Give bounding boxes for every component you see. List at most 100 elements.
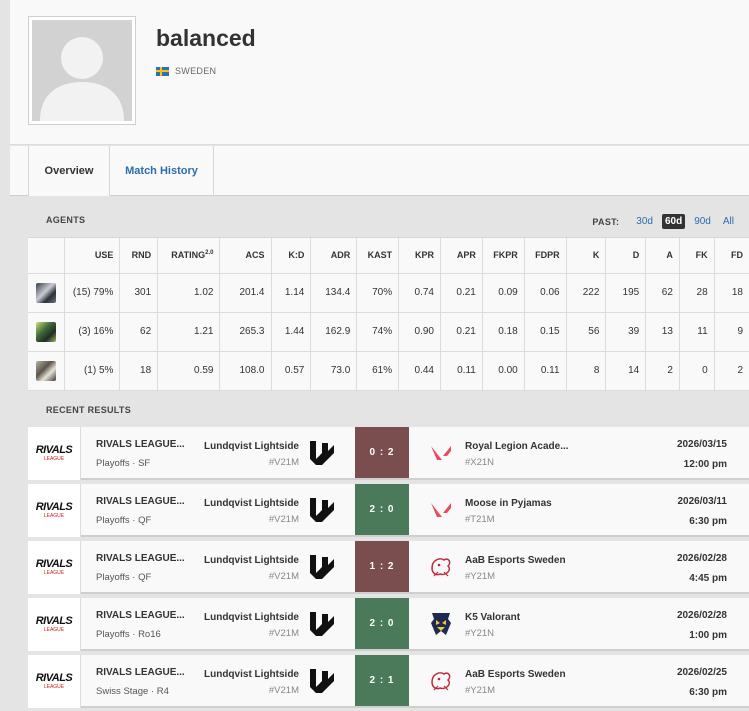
player-name: balanced: [156, 25, 256, 51]
tab-match-history[interactable]: Match History: [110, 146, 214, 196]
match-date: 2026/03/11: [677, 496, 728, 507]
aab-esports-logo-icon: [431, 672, 451, 691]
team2-tag: #Y21M: [465, 685, 496, 696]
d-cell: 14: [605, 351, 647, 391]
league-logo-text: RIVALS: [35, 615, 73, 627]
player-country: SWEDEN: [156, 66, 216, 76]
header-fkpr[interactable]: FKPR: [482, 238, 525, 274]
d-cell: 39: [605, 312, 647, 352]
event-name: RIVALS LEAGUE...: [96, 610, 185, 621]
event-stage: Playoffs · SF: [96, 458, 151, 469]
lundqvist-lightside-logo-icon: [310, 612, 334, 636]
tab-overview[interactable]: Overview: [28, 146, 110, 196]
use-cell: (15) 79%: [64, 273, 121, 313]
agent-row: (3) 16% 62 1.21 265.3 1.44 162.9 74% 0.9…: [28, 312, 749, 352]
apr-cell: 0.21: [440, 273, 483, 313]
a-cell: 2: [645, 351, 680, 391]
agent-portrait-icon: [36, 282, 57, 303]
team2-name: Moose in Pyjamas: [465, 498, 552, 509]
event-name: RIVALS LEAGUE...: [96, 553, 185, 564]
team1-tag: #V21M: [268, 457, 299, 468]
team1-tag: #V21M: [268, 685, 299, 696]
rivals-league-logo: RIVALS LEAGUE: [28, 598, 81, 651]
team1-tag: #V21M: [268, 628, 299, 639]
kd-cell: 0.57: [271, 351, 312, 391]
match-result-row[interactable]: RIVALS LEAGUE RIVALS LEAGUE... Swiss Sta…: [28, 655, 749, 708]
kpr-cell: 0.74: [398, 273, 441, 313]
valorant-logo-icon: [431, 503, 451, 517]
league-logo-text: RIVALS: [35, 558, 73, 570]
valorant-logo-icon: [431, 446, 451, 460]
k-cell: 8: [566, 351, 607, 391]
league-logo-subtext: LEAGUE: [43, 684, 65, 690]
acs-cell: 201.4: [219, 273, 272, 313]
team2-logo-icon: [428, 497, 454, 523]
match-score: 1 : 2: [355, 541, 409, 592]
kpr-cell: 0.90: [398, 312, 441, 352]
team2-name: K5 Valorant: [465, 612, 521, 623]
kast-cell: 70%: [356, 273, 400, 313]
header-apr[interactable]: APR: [440, 238, 483, 274]
filter-60d[interactable]: 60d: [661, 214, 686, 229]
match-score: 2 : 0: [355, 484, 409, 535]
header-use[interactable]: USE: [64, 238, 121, 274]
header-fdpr[interactable]: FDPR: [524, 238, 567, 274]
rating-cell: 1.02: [157, 273, 221, 313]
player-header: balanced SWEDEN: [10, 0, 749, 145]
header-rating[interactable]: RATING2.0: [157, 238, 221, 274]
lundqvist-lightside-logo-icon: [310, 669, 334, 693]
header-rating-label: RATING: [171, 250, 206, 261]
agent-cell: [28, 273, 66, 313]
agent-row: (15) 79% 301 1.02 201.4 1.14 134.4 70% 0…: [28, 273, 749, 313]
time-filter: PAST: 30d 60d 90d All: [592, 214, 737, 229]
acs-cell: 108.0: [219, 351, 272, 391]
rivals-league-logo: RIVALS LEAGUE: [28, 427, 81, 480]
header-acs[interactable]: ACS: [219, 238, 272, 274]
header-kd[interactable]: K:D: [271, 238, 312, 274]
header-a[interactable]: A: [645, 238, 680, 274]
match-date: 2026/02/25: [676, 667, 727, 678]
match-result-row[interactable]: RIVALS LEAGUE RIVALS LEAGUE... Playoffs …: [28, 484, 749, 537]
kast-cell: 61%: [356, 351, 400, 391]
header-k[interactable]: K: [566, 238, 607, 274]
league-logo-text: RIVALS: [35, 501, 73, 513]
fk-cell: 28: [679, 273, 715, 313]
header-kpr[interactable]: KPR: [398, 238, 441, 274]
rnd-cell: 18: [119, 351, 159, 391]
rivals-league-logo: RIVALS LEAGUE: [28, 484, 81, 537]
rating-version: 2.0: [205, 250, 214, 257]
event-name: RIVALS LEAGUE...: [96, 667, 185, 678]
team2-name: AaB Esports Sweden: [465, 669, 566, 680]
header-adr[interactable]: ADR: [310, 238, 358, 274]
match-result-row[interactable]: RIVALS LEAGUE RIVALS LEAGUE... Playoffs …: [28, 427, 749, 480]
rivals-league-logo: RIVALS LEAGUE: [28, 541, 81, 594]
team2-logo-icon: [428, 611, 454, 637]
fk-cell: 0: [679, 351, 715, 391]
match-result-row[interactable]: RIVALS LEAGUE RIVALS LEAGUE... Playoffs …: [28, 598, 749, 651]
team1-name: Lundqvist Lightside: [204, 555, 299, 566]
header-kast[interactable]: KAST: [356, 238, 400, 274]
rating-cell: 0.59: [157, 351, 221, 391]
filter-90d[interactable]: 90d: [691, 214, 714, 229]
agent-portrait-icon: [36, 321, 57, 342]
event-stage: Playoffs · Ro16: [96, 629, 161, 640]
team2-tag: #Y21M: [465, 571, 496, 582]
fdpr-cell: 0.11: [524, 351, 567, 391]
header-d[interactable]: D: [605, 238, 647, 274]
header-fd[interactable]: FD: [714, 238, 749, 274]
filter-30d[interactable]: 30d: [633, 214, 656, 229]
header-fk[interactable]: FK: [679, 238, 715, 274]
header-rnd[interactable]: RND: [119, 238, 159, 274]
use-cell: (1) 5%: [64, 351, 121, 391]
match-time: 1:00 pm: [689, 630, 727, 641]
sweden-flag-icon: [156, 66, 169, 76]
agent-portrait-icon: [36, 360, 57, 381]
match-time: 6:30 pm: [689, 687, 727, 698]
k-cell: 56: [566, 312, 607, 352]
league-logo-text: RIVALS: [35, 672, 73, 684]
fd-cell: 2: [714, 351, 749, 391]
match-result-row[interactable]: RIVALS LEAGUE RIVALS LEAGUE... Playoffs …: [28, 541, 749, 594]
filter-all[interactable]: All: [720, 214, 737, 229]
event-stage: Swiss Stage · R4: [96, 686, 169, 697]
match-date: 2026/02/28: [676, 553, 727, 564]
